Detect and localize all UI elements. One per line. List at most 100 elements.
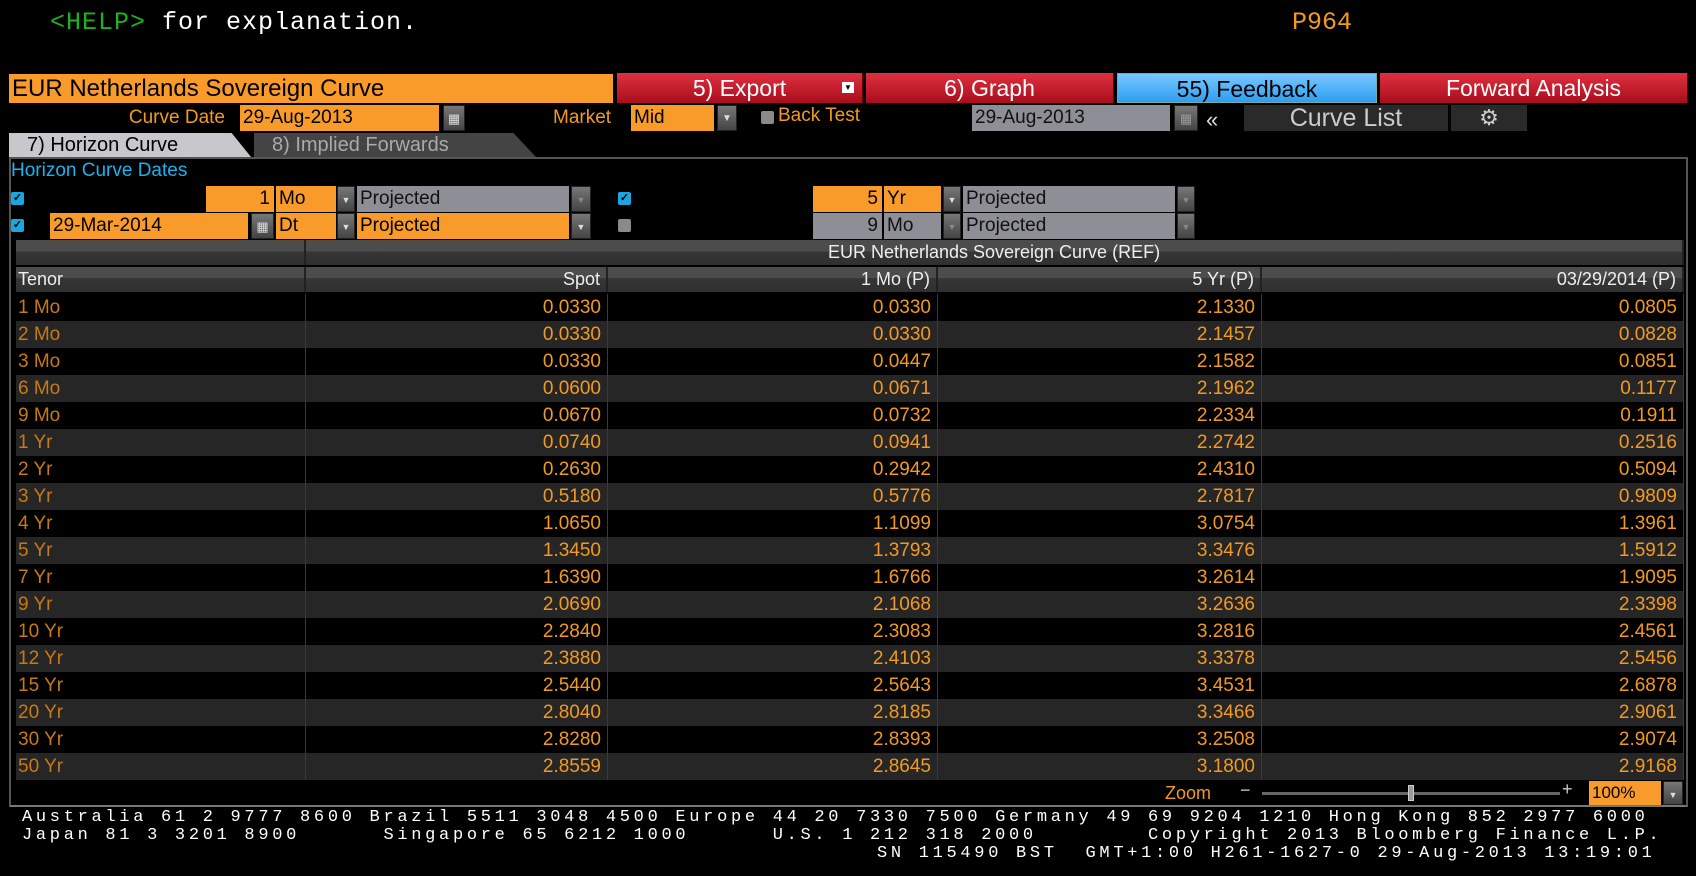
cell-spot: 1.0650: [306, 510, 608, 537]
table-row[interactable]: 3 Mo 0.0330 0.0447 2.1582 0.0851: [16, 348, 1684, 375]
column-header-date[interactable]: 03/29/2014 (P): [1262, 267, 1684, 292]
dropdown-arrow-icon[interactable]: ▼: [717, 105, 737, 131]
cell-5yr: 3.3476: [938, 537, 1262, 564]
graph-button[interactable]: 6) Graph: [866, 73, 1114, 103]
cell-5yr: 3.3378: [938, 645, 1262, 672]
horizon-4-mode[interactable]: Projected: [963, 213, 1175, 239]
table-row[interactable]: 12 Yr 2.3880 2.4103 3.3378 2.5456: [16, 645, 1684, 672]
back-test-date-input[interactable]: 29-Aug-2013: [972, 105, 1170, 131]
column-header-spot[interactable]: Spot: [306, 267, 608, 292]
cell-date: 0.1177: [1262, 375, 1684, 402]
column-header-1mo[interactable]: 1 Mo (P): [608, 267, 938, 292]
column-header-tenor[interactable]: Tenor: [16, 267, 306, 292]
zoom-label: Zoom: [1165, 783, 1212, 803]
table-row[interactable]: 9 Mo 0.0670 0.0732 2.2334 0.1911: [16, 402, 1684, 429]
curve-date-input[interactable]: 29-Aug-2013: [240, 105, 439, 131]
forward-analysis-button[interactable]: Forward Analysis: [1380, 73, 1688, 103]
horizon-2-checkbox[interactable]: ✓: [11, 219, 24, 232]
horizon-2-date[interactable]: 29-Mar-2014: [50, 213, 248, 239]
collapse-button[interactable]: «: [1206, 107, 1218, 133]
zoom-slider-thumb[interactable]: [1408, 785, 1414, 801]
cell-1mo: 0.2942: [608, 456, 938, 483]
dropdown-arrow-icon[interactable]: ▼: [1177, 213, 1195, 239]
back-test-label: Back Test: [778, 105, 861, 126]
cell-date: 1.5912: [1262, 537, 1684, 564]
cell-5yr: 2.2742: [938, 429, 1262, 456]
table-row[interactable]: 10 Yr 2.2840 2.3083 3.2816 2.4561: [16, 618, 1684, 645]
cell-date: 0.0851: [1262, 348, 1684, 375]
back-test-checkbox[interactable]: [761, 111, 774, 124]
gear-icon[interactable]: ⚙: [1451, 105, 1527, 131]
dropdown-arrow-icon[interactable]: ▼: [1663, 781, 1683, 805]
market-select[interactable]: Mid: [631, 105, 714, 131]
dropdown-arrow-icon[interactable]: ▼: [337, 213, 355, 239]
horizon-3-checkbox[interactable]: ✓: [618, 192, 631, 205]
cell-spot: 0.0670: [306, 402, 608, 429]
zoom-select[interactable]: 100%: [1589, 781, 1661, 805]
table-row[interactable]: 7 Yr 1.6390 1.6766 3.2614 1.9095: [16, 564, 1684, 591]
dropdown-arrow-icon[interactable]: ▼: [842, 82, 854, 93]
table-row[interactable]: 30 Yr 2.8280 2.8393 3.2508 2.9074: [16, 726, 1684, 753]
calendar-icon[interactable]: ▦: [1174, 105, 1198, 131]
dropdown-arrow-icon[interactable]: ▼: [571, 186, 591, 212]
table-row[interactable]: 1 Mo 0.0330 0.0330 2.1330 0.0805: [16, 294, 1684, 321]
table-row[interactable]: 3 Yr 0.5180 0.5776 2.7817 0.9809: [16, 483, 1684, 510]
table-row[interactable]: 2 Yr 0.2630 0.2942 2.4310 0.5094: [16, 456, 1684, 483]
cell-5yr: 3.2614: [938, 564, 1262, 591]
horizon-2-unit[interactable]: Dt: [276, 213, 336, 239]
horizon-2-mode[interactable]: Projected: [357, 213, 569, 239]
horizon-3-mode[interactable]: Projected: [963, 186, 1175, 212]
horizon-4-number[interactable]: 9: [813, 213, 882, 239]
table-row[interactable]: 20 Yr 2.8040 2.8185 3.3466 2.9061: [16, 699, 1684, 726]
cell-1mo: 2.8185: [608, 699, 938, 726]
cell-tenor: 3 Mo: [16, 348, 306, 375]
cell-date: 1.9095: [1262, 564, 1684, 591]
export-button[interactable]: 5) Export ▼: [617, 73, 863, 103]
horizon-4-unit[interactable]: Mo: [884, 213, 941, 239]
column-header-5yr[interactable]: 5 Yr (P): [938, 267, 1262, 292]
cell-tenor: 7 Yr: [16, 564, 306, 591]
cell-1mo: 0.0732: [608, 402, 938, 429]
horizon-1-checkbox[interactable]: ✓: [11, 192, 24, 205]
cell-1mo: 0.5776: [608, 483, 938, 510]
horizon-1-mode[interactable]: Projected: [357, 186, 569, 212]
table-row[interactable]: 9 Yr 2.0690 2.1068 3.2636 2.3398: [16, 591, 1684, 618]
cell-5yr: 2.1330: [938, 294, 1262, 321]
help-key[interactable]: <HELP>: [50, 8, 146, 37]
zoom-in-button[interactable]: +: [1562, 779, 1573, 800]
horizon-1-number[interactable]: 1: [206, 186, 274, 212]
dropdown-arrow-icon[interactable]: ▼: [943, 186, 961, 212]
calendar-icon[interactable]: ▦: [251, 213, 274, 239]
cell-5yr: 3.2636: [938, 591, 1262, 618]
cell-5yr: 3.3466: [938, 699, 1262, 726]
horizon-3-unit[interactable]: Yr: [884, 186, 941, 212]
dropdown-arrow-icon[interactable]: ▼: [943, 213, 961, 239]
cell-tenor: 9 Yr: [16, 591, 306, 618]
calendar-icon[interactable]: ▦: [443, 105, 465, 131]
zoom-out-button[interactable]: −: [1240, 780, 1251, 801]
dropdown-arrow-icon[interactable]: ▼: [571, 213, 591, 239]
cell-spot: 1.6390: [306, 564, 608, 591]
table-row[interactable]: 6 Mo 0.0600 0.0671 2.1962 0.1177: [16, 375, 1684, 402]
feedback-button[interactable]: 55) Feedback: [1117, 73, 1377, 103]
dropdown-arrow-icon[interactable]: ▼: [337, 186, 355, 212]
cell-date: 2.9168: [1262, 753, 1684, 780]
table-row[interactable]: 15 Yr 2.5440 2.5643 3.4531 2.6878: [16, 672, 1684, 699]
tab-horizon-curve[interactable]: 7) Horizon Curve: [9, 133, 251, 157]
table-row[interactable]: 2 Mo 0.0330 0.0330 2.1457 0.0828: [16, 321, 1684, 348]
table-row[interactable]: 50 Yr 2.8559 2.8645 3.1800 2.9168: [16, 753, 1684, 780]
tab-implied-forwards[interactable]: 8) Implied Forwards: [254, 133, 536, 157]
table-row[interactable]: 1 Yr 0.0740 0.0941 2.2742 0.2516: [16, 429, 1684, 456]
curve-list-button[interactable]: Curve List: [1244, 105, 1448, 131]
cell-date: 0.1911: [1262, 402, 1684, 429]
cell-5yr: 3.2816: [938, 618, 1262, 645]
dropdown-arrow-icon[interactable]: ▼: [1177, 186, 1195, 212]
horizon-3-number[interactable]: 5: [813, 186, 882, 212]
horizon-4-checkbox[interactable]: [618, 219, 631, 232]
cell-date: 2.5456: [1262, 645, 1684, 672]
table-row[interactable]: 4 Yr 1.0650 1.1099 3.0754 1.3961: [16, 510, 1684, 537]
cell-date: 0.0828: [1262, 321, 1684, 348]
horizon-1-unit[interactable]: Mo: [276, 186, 336, 212]
help-line: <HELP> for explanation.: [50, 8, 418, 37]
table-row[interactable]: 5 Yr 1.3450 1.3793 3.3476 1.5912: [16, 537, 1684, 564]
